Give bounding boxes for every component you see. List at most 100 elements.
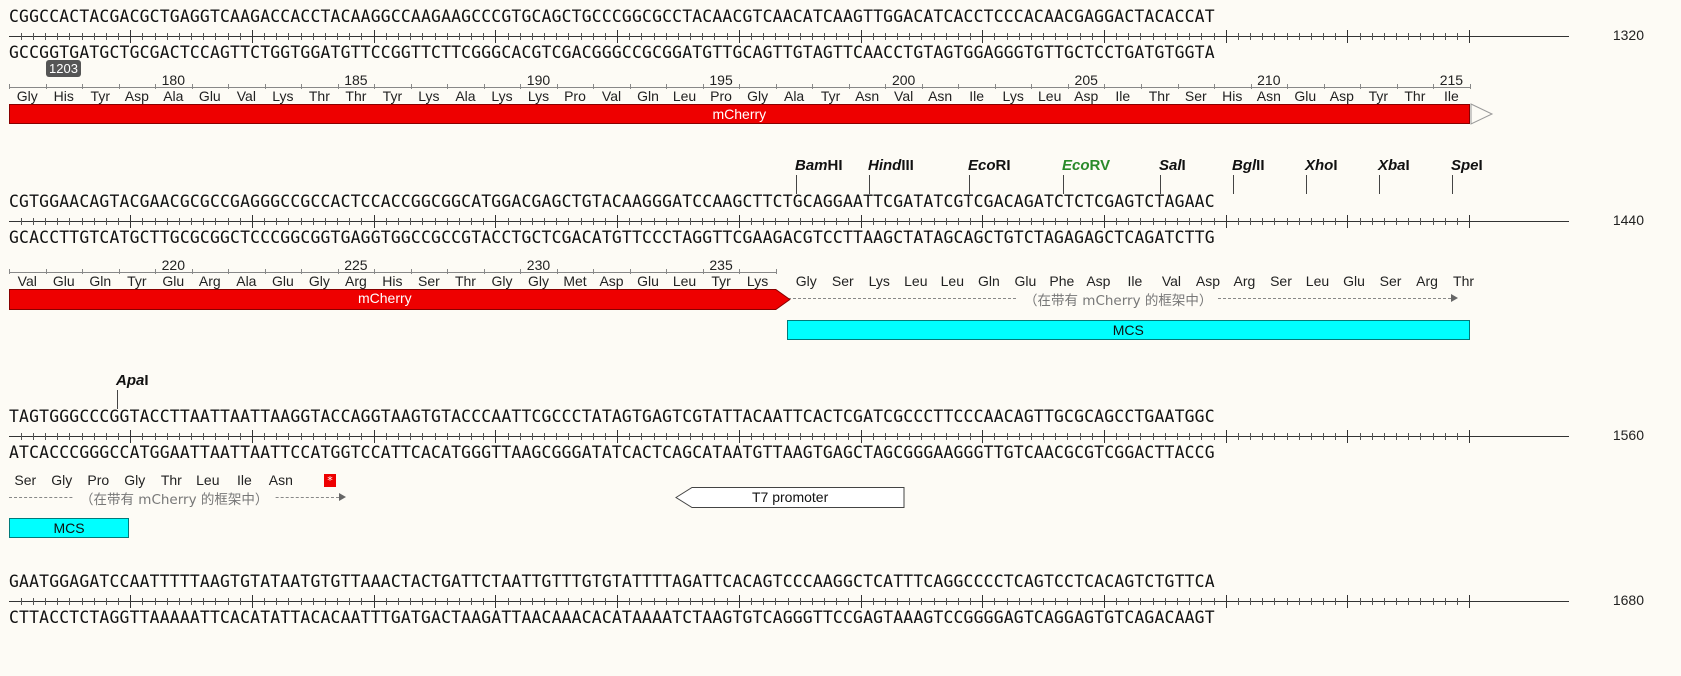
translation-tick	[921, 84, 923, 89]
restriction-site-label[interactable]: XhoI	[1305, 157, 1338, 174]
restriction-site-label[interactable]: BamHI	[795, 157, 843, 174]
ruler-tick	[1310, 33, 1312, 40]
ruler-tick	[799, 218, 801, 225]
ruler-tick	[1323, 433, 1325, 440]
ruler-tick	[1396, 218, 1398, 225]
ruler-tick	[714, 433, 716, 440]
sequence-top-strand[interactable]: CGGCCACTACGACGCTGAGGTCAAGACCACCTACAAGGCC…	[9, 6, 1569, 28]
ruler-tick	[1420, 218, 1422, 225]
ruler-tick	[1323, 598, 1325, 605]
mcherry-feature-label[interactable]: mCherry	[358, 290, 412, 306]
translation-tick	[410, 84, 412, 89]
mcherry-feature-bar[interactable]: mCherry	[9, 104, 1470, 124]
ruler-tick	[970, 218, 972, 225]
amino-acid: Glu	[198, 88, 221, 104]
amino-acid-number: 190	[526, 72, 551, 88]
t7-promoter-label[interactable]: T7 promoter	[752, 489, 828, 505]
ruler-tick	[1116, 433, 1118, 440]
translation-tick	[264, 84, 266, 89]
translation-tick	[775, 269, 777, 274]
amino-acid-number: 225	[344, 257, 368, 273]
sequence-bottom-strand[interactable]: CTTACCTCTAGGTTAAAAATTCACATATTACACAATTTGA…	[9, 607, 1569, 629]
ruler-tick	[1164, 433, 1166, 440]
amino-acid: Tyr	[1368, 88, 1389, 104]
restriction-site-label[interactable]: SpeI	[1451, 157, 1483, 174]
restriction-site-label[interactable]: HindIII	[868, 157, 914, 174]
ruler-tick	[1043, 33, 1045, 40]
amino-acid: Thr	[454, 273, 476, 289]
inframe-amino-acid: Asp	[1195, 273, 1220, 289]
ruler-tick	[994, 433, 996, 440]
ruler-tick	[677, 433, 679, 440]
amino-acid-number: 235	[709, 257, 733, 273]
ruler-tick	[458, 33, 460, 40]
ruler-tick	[1006, 598, 1008, 605]
mcs-feature-bar[interactable]: MCS	[9, 518, 129, 538]
ruler-tick	[324, 33, 326, 40]
ruler-tick	[1298, 33, 1300, 40]
restriction-site-label[interactable]: EcoRV	[1062, 157, 1110, 174]
ruler-tick	[1177, 433, 1178, 440]
ruler-tick	[994, 598, 996, 605]
amino-acid: Tyr	[127, 273, 147, 289]
restriction-cut-line	[1233, 175, 1234, 194]
ruler-tick	[142, 33, 144, 40]
restriction-cut-line	[117, 390, 118, 409]
ruler-tick	[836, 433, 838, 440]
ruler-tick	[580, 433, 582, 440]
translation-tick	[45, 84, 47, 89]
restriction-site-label[interactable]: SalI	[1159, 157, 1186, 174]
inframe-label: （在带有 mCherry 的框架中）	[74, 488, 275, 508]
sequence-top-strand[interactable]: GAATGGAGATCCAATTTTTAAGTGTATAATGTGTTAAACT…	[9, 571, 1569, 593]
ruler-tick	[836, 598, 838, 605]
translation-tick	[520, 84, 522, 89]
ruler-tick	[324, 598, 326, 605]
ruler-tick	[1310, 218, 1312, 225]
ruler-tick	[641, 598, 643, 605]
ruler-tick	[945, 33, 947, 40]
ruler-tick	[191, 598, 193, 605]
restriction-site-label[interactable]: BglII	[1232, 157, 1265, 174]
ruler-tick	[458, 218, 460, 225]
ruler-tick	[1310, 598, 1312, 605]
amino-acid-number: 200	[891, 72, 916, 88]
sequence-top-strand[interactable]: CGTGGAACAGTACGAACGCGCCGAGGGCCGCCACTCCACC…	[9, 191, 1569, 213]
ruler-tick	[32, 218, 34, 225]
ruler-tick	[142, 433, 144, 440]
ruler-tick	[1371, 433, 1373, 440]
ruler-tick	[1286, 433, 1288, 440]
sequence-bottom-strand[interactable]: ATCACCCGGGCCATGGAATTAATTAATTCCATGGTCCATT…	[9, 442, 1569, 464]
ruler-tick	[1262, 433, 1264, 440]
translation-tick	[483, 269, 485, 274]
ruler-tick	[1298, 598, 1300, 605]
restriction-cut-line	[1306, 175, 1307, 194]
translation-tick	[483, 84, 485, 89]
sequence-bottom-strand[interactable]: GCCGGTGATGCTGCGACTCCAGTTCTGGTGGATGTTCCGG…	[9, 42, 1569, 64]
ruler-tick	[592, 218, 594, 225]
ruler-tick	[1164, 218, 1166, 225]
ruler-tick	[1420, 598, 1422, 605]
sequence-top-strand[interactable]: TAGTGGGCCCGGTACCTTAATTAATTAAGGTACCAGGTAA…	[9, 406, 1569, 428]
ruler-tick	[178, 598, 180, 605]
ruler-tick	[836, 218, 838, 225]
stop-codon-icon: *	[324, 474, 336, 487]
mcs-feature-bar[interactable]: MCS	[787, 320, 1470, 340]
restriction-site-label[interactable]: ApaI	[116, 372, 149, 389]
ruler-tick	[434, 218, 436, 225]
ruler-tick	[142, 218, 144, 225]
ruler-tick	[909, 218, 911, 225]
ruler-tick	[1274, 218, 1276, 225]
ruler-tick	[69, 433, 71, 440]
sequence-bottom-strand[interactable]: GCACCTTGTCATGCTTGCGCGGCTCCCGGCGGTGAGGTGG…	[9, 227, 1569, 249]
restriction-site-label[interactable]: XbaI	[1378, 157, 1410, 174]
ruler-tick	[507, 33, 509, 40]
ruler-tick	[69, 598, 71, 605]
ruler-tick	[1091, 598, 1093, 605]
amino-acid: Asn	[855, 88, 880, 104]
restriction-site-label[interactable]: EcoRI	[968, 157, 1011, 174]
ruler-tick	[690, 218, 692, 225]
ruler-tick	[726, 218, 728, 225]
translation-tick	[848, 84, 850, 89]
ruler-tick	[1456, 218, 1458, 225]
ruler-tick	[324, 218, 326, 225]
